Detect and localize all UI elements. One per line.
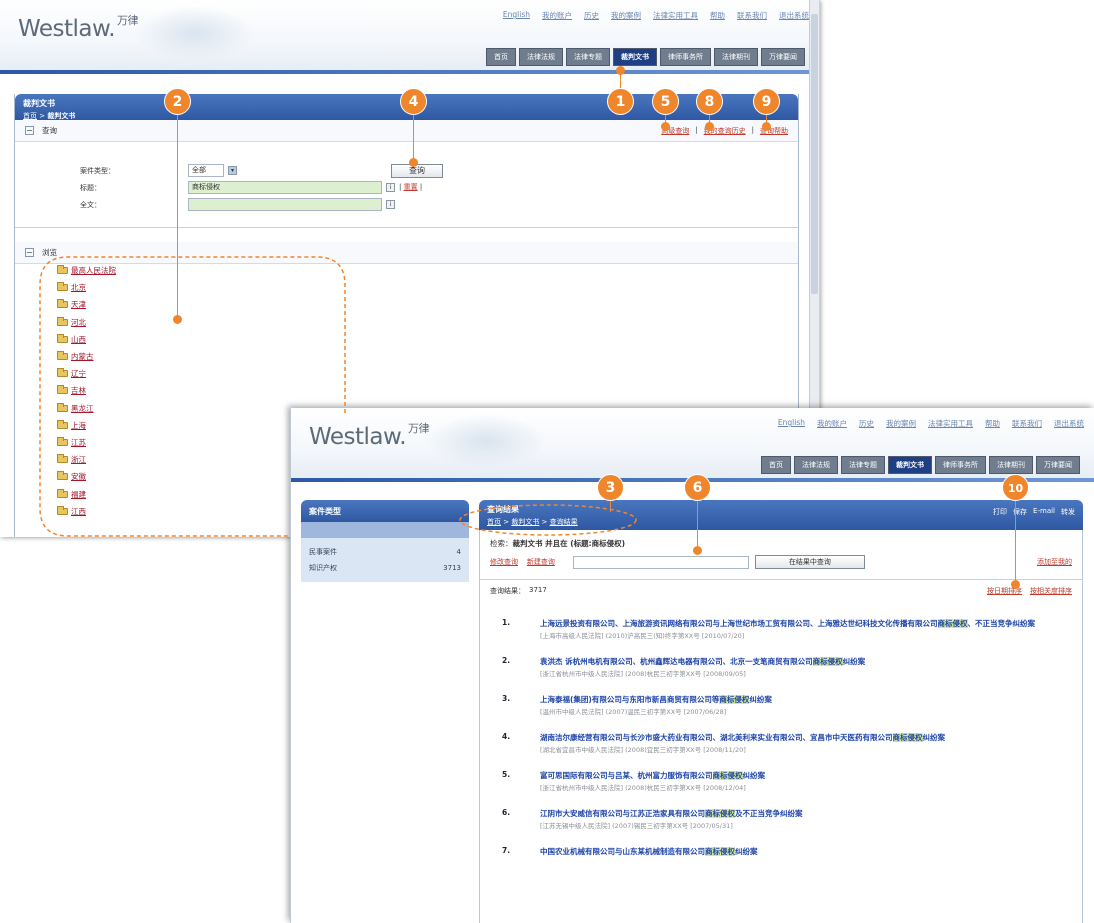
callout-5-dot <box>661 122 670 131</box>
callout-8-dot <box>705 122 714 131</box>
callout-6-line <box>697 498 698 550</box>
callout-9-dot <box>762 122 771 131</box>
callout-10-dot <box>1011 580 1020 589</box>
callout-3: 3 <box>597 474 624 501</box>
callout-2-dot <box>173 315 182 324</box>
callout-8: 8 <box>696 88 723 115</box>
callout-6: 6 <box>684 474 711 501</box>
callout-10-line <box>1015 498 1016 584</box>
callout-9: 9 <box>753 88 780 115</box>
callout-5: 5 <box>652 88 679 115</box>
callout-4-dot <box>409 158 418 167</box>
callout-2: 2 <box>164 88 191 115</box>
annotation-overlay <box>39 256 637 537</box>
tree-highlight-frame <box>39 256 346 537</box>
callout-2-line <box>177 112 178 320</box>
callout-6-dot <box>693 546 702 555</box>
callout-10: 10 <box>1002 474 1029 501</box>
callout-4-line <box>413 112 414 162</box>
callout-1-dot <box>616 66 625 75</box>
callout-4: 4 <box>400 88 427 115</box>
callout-1: 1 <box>607 88 634 115</box>
